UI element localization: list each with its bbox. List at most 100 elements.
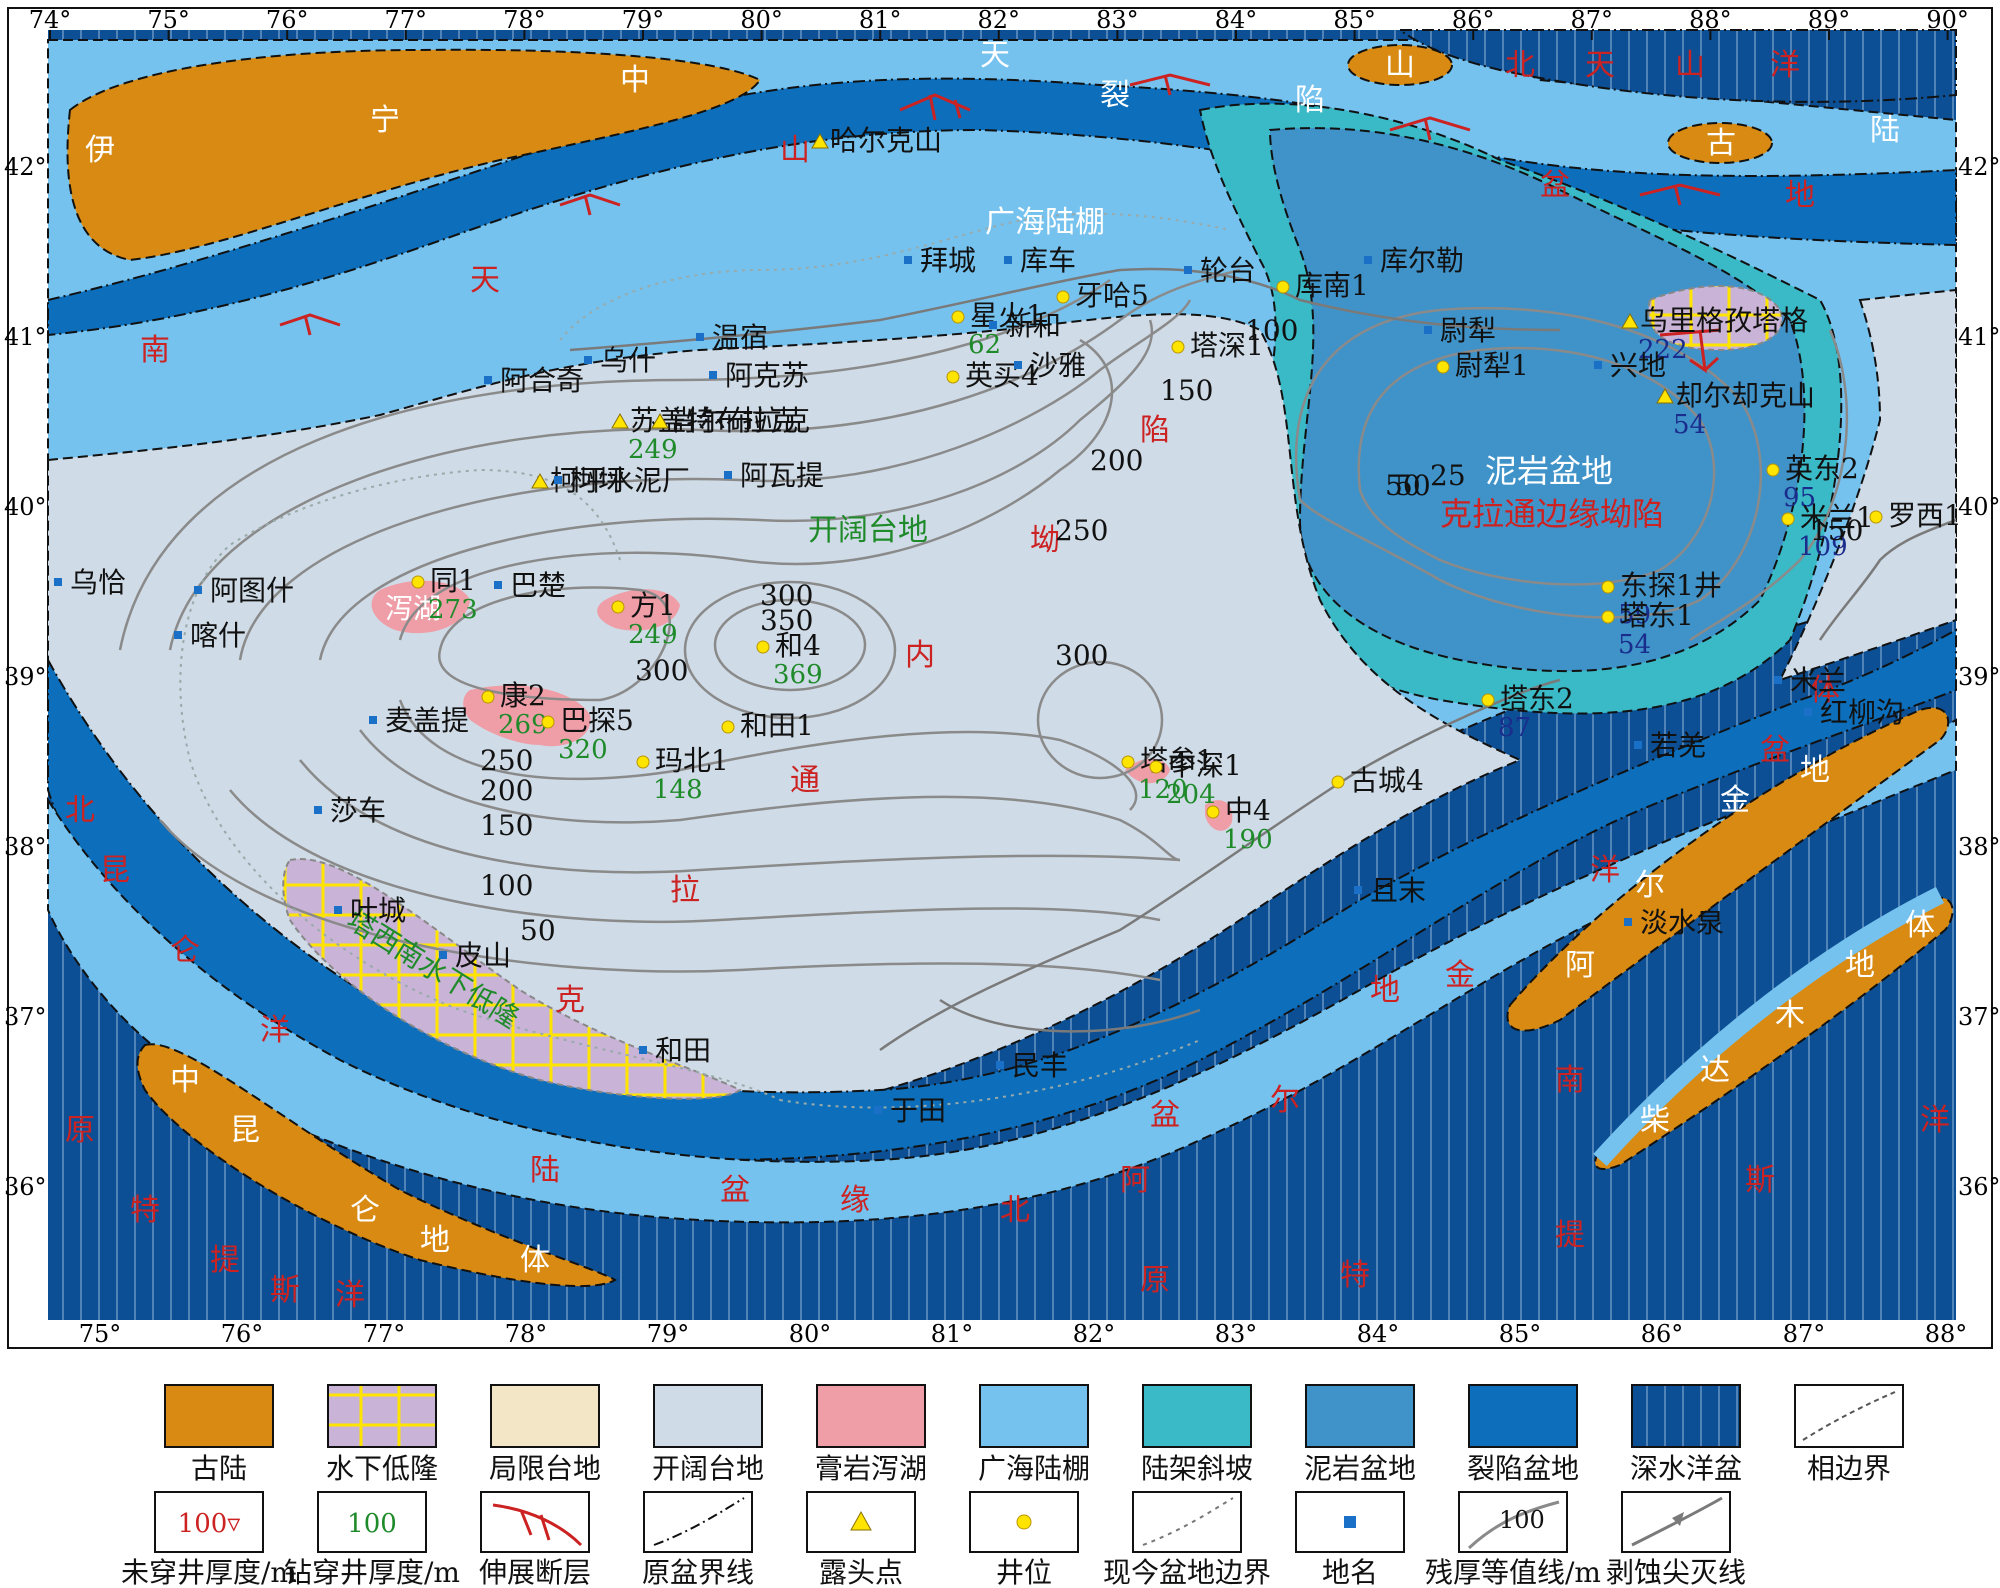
well-icon bbox=[541, 715, 555, 729]
place-icon bbox=[696, 333, 704, 341]
wide-shelf-label: 广海陆棚 bbox=[985, 205, 1105, 240]
top-lon-label: 77° bbox=[385, 6, 428, 34]
top-lon-label: 82° bbox=[978, 6, 1021, 34]
qaidam-3: 木 bbox=[1775, 998, 1805, 1033]
place-icon bbox=[1014, 361, 1022, 369]
place-name: 库南1 bbox=[1295, 269, 1369, 302]
bei-kunlun-3: 仑 bbox=[170, 933, 200, 968]
place-name: 叶城 bbox=[350, 894, 406, 927]
altun-1: 阿 bbox=[1565, 948, 1595, 983]
legend-item-row2-8: 地名 bbox=[1295, 1491, 1405, 1588]
place-name: 库尔勒 bbox=[1380, 244, 1464, 277]
place-icon bbox=[709, 371, 717, 379]
place-name: 巴楚 bbox=[510, 569, 566, 602]
open-platform-label: 开阔台地 bbox=[808, 513, 928, 548]
zhongkunlun-5: 体 bbox=[520, 1243, 550, 1278]
thickness-value: 87 bbox=[1498, 713, 1531, 743]
lu-yuan-9: 金 bbox=[1445, 958, 1475, 993]
lu-yuan-5: 阿 bbox=[1120, 1163, 1150, 1198]
place-icon bbox=[1804, 708, 1812, 716]
top-lon-label: 78° bbox=[503, 6, 546, 34]
place-name: 方1 bbox=[630, 589, 676, 622]
place-name: 于田 bbox=[890, 1094, 946, 1127]
place-icon bbox=[1424, 326, 1432, 334]
legend-item-row2-4: 原盆界线 bbox=[642, 1491, 754, 1588]
contour-label: 350 bbox=[760, 604, 813, 637]
pen-label-1: 盆 bbox=[1540, 168, 1570, 203]
place-icon bbox=[54, 578, 62, 586]
left-lat-label: 40° bbox=[4, 493, 47, 521]
lu-yuan-1: 陆 bbox=[530, 1153, 560, 1188]
lu-yuan-7: 尔 bbox=[1270, 1083, 1300, 1118]
place-name: 兴地 bbox=[1610, 349, 1666, 382]
tian-label-3: 天 bbox=[1585, 48, 1615, 83]
place-icon bbox=[439, 951, 447, 959]
bottom-lon-label: 81° bbox=[931, 1320, 974, 1348]
place-name: 沙雅 bbox=[1030, 349, 1086, 382]
legend-label: 未穿井厚度/m bbox=[121, 1556, 297, 1588]
bottom-lon-label: 86° bbox=[1641, 1320, 1684, 1348]
place-name: 淡水泉 bbox=[1640, 906, 1724, 939]
bottom-lon-label: 82° bbox=[1073, 1320, 1116, 1348]
place-name: 乌什 bbox=[600, 344, 656, 377]
gu-label: 古 bbox=[1706, 126, 1736, 161]
left-lat-label: 37° bbox=[4, 1003, 47, 1031]
legend-label: 陆架斜坡 bbox=[1141, 1452, 1253, 1485]
legend-swatch bbox=[1132, 1491, 1242, 1553]
place-icon bbox=[494, 581, 502, 589]
place-name: 莎车 bbox=[330, 794, 386, 827]
legend-item-shelf_slope: 陆架斜坡 bbox=[1141, 1384, 1253, 1485]
place-name: 民丰 bbox=[1012, 1049, 1068, 1082]
legend-swatch bbox=[490, 1384, 600, 1448]
legend-swatch bbox=[979, 1384, 1089, 1448]
legend-label: 裂陷盆地 bbox=[1467, 1452, 1579, 1485]
thickness-value: 54 bbox=[1618, 630, 1651, 660]
place-icon bbox=[1774, 676, 1782, 684]
lu-yuan-11: 洋 bbox=[1590, 853, 1620, 888]
place-icon bbox=[1344, 1516, 1356, 1528]
contour-label: 200 bbox=[1090, 444, 1143, 477]
place-name: 阿图什 bbox=[210, 574, 294, 607]
thickness-value: 148 bbox=[653, 775, 703, 805]
left-lat-label: 38° bbox=[4, 833, 47, 861]
altun-3: 金 bbox=[1720, 783, 1750, 818]
place-icon bbox=[1364, 256, 1372, 264]
lu-yuan-3: 缘 bbox=[840, 1183, 870, 1218]
well-icon bbox=[721, 720, 735, 734]
legend-item-row2-9: 100 残厚等值线/m bbox=[1425, 1491, 1601, 1588]
place-name: 哈尔克山 bbox=[830, 124, 942, 157]
legend-item-ancient_land: 古陆 bbox=[164, 1384, 274, 1485]
well-icon bbox=[1331, 775, 1345, 789]
legend-label: 地名 bbox=[1322, 1556, 1378, 1588]
place-name: 和田 bbox=[655, 1034, 711, 1067]
contour-label: 150 bbox=[1160, 374, 1213, 407]
place-icon bbox=[874, 1106, 882, 1114]
bottom-lon-label: 87° bbox=[1783, 1320, 1826, 1348]
zhongkunlun-1: 中 bbox=[170, 1063, 200, 1098]
place-name: 麦盖提 bbox=[385, 704, 469, 737]
legend-item-row2-5: 露头点 bbox=[806, 1491, 916, 1588]
si-1: 斯 bbox=[270, 1273, 300, 1308]
place-name: 且末 bbox=[1370, 874, 1426, 907]
thickness-value: 62 bbox=[968, 330, 1001, 360]
contour-label: 150 bbox=[480, 809, 533, 842]
place-icon bbox=[314, 806, 322, 814]
top-lon-label: 75° bbox=[147, 6, 190, 34]
top-lon-label: 76° bbox=[266, 6, 309, 34]
legend-label: 广海陆棚 bbox=[978, 1452, 1090, 1485]
shan-label-1: 山 bbox=[1385, 48, 1415, 83]
well-icon bbox=[1601, 580, 1615, 594]
place-name: 肖尔布拉克 bbox=[670, 404, 810, 437]
top-lon-label: 79° bbox=[622, 6, 665, 34]
thickness-value: 204 bbox=[1166, 780, 1216, 810]
place-name: 英东2 bbox=[1785, 452, 1859, 485]
bottom-lon-label: 79° bbox=[647, 1320, 690, 1348]
legend-label: 露头点 bbox=[819, 1556, 903, 1588]
legend-label: 深水洋盆 bbox=[1630, 1452, 1742, 1485]
place-name: 塔东1 bbox=[1620, 599, 1694, 632]
lu-label: 陆 bbox=[1870, 113, 1900, 148]
contour-label: 100 bbox=[1245, 314, 1298, 347]
si-2: 斯 bbox=[1745, 1163, 1775, 1198]
thickness-value: 190 bbox=[1223, 825, 1273, 855]
altun-2: 尔 bbox=[1635, 868, 1665, 903]
